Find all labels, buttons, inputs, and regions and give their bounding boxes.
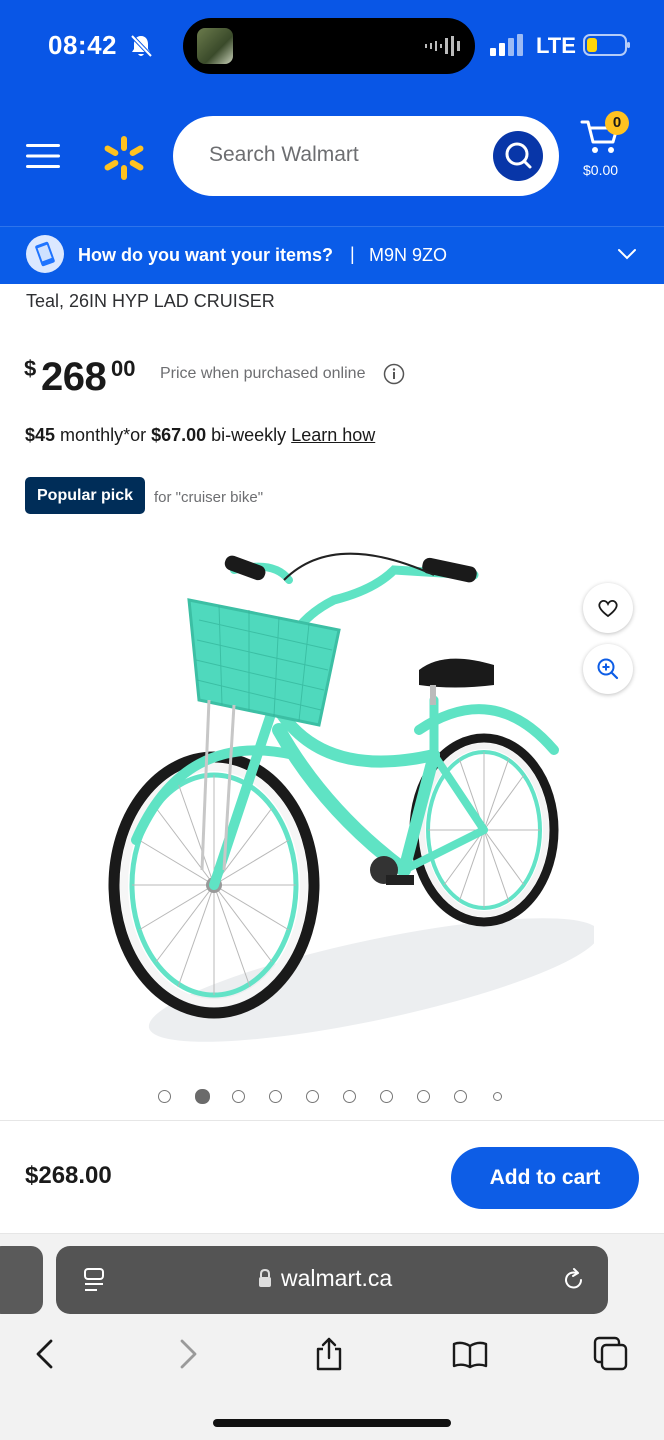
carousel-dot[interactable] [343,1090,356,1103]
delivery-separator: | [350,244,355,264]
bell-slash-icon [130,34,152,58]
info-icon[interactable] [383,363,405,385]
price-note: Price when purchased online [160,365,366,382]
delivery-phone-icon [26,235,64,273]
delivery-selector[interactable]: How do you want your items? | M9N 9ZO [0,226,664,284]
search-button[interactable] [493,131,543,181]
site-header: 08:42 LTE Search Walmart 0 $0.00 How do … [0,0,664,284]
reload-icon[interactable] [561,1267,587,1293]
price-cents: 00 [111,356,136,381]
sticky-price: $268.00 [25,1162,112,1189]
search-input[interactable]: Search Walmart [209,143,359,167]
postal-code: M9N 9ZO [369,245,448,265]
carousel-dot[interactable] [269,1090,282,1103]
popular-pick-context: for "cruiser bike" [154,489,264,506]
search-icon [505,142,532,169]
favorite-button[interactable] [583,583,633,633]
popular-pick-badge: Popular pick [25,477,146,514]
image-carousel-dots [158,1088,518,1104]
learn-how-link[interactable]: Learn how [291,425,375,445]
monthly-amount: $45 [25,425,56,445]
home-indicator [213,1419,451,1427]
media-thumbnail [197,28,233,64]
walmart-spark-icon[interactable] [102,136,146,180]
carousel-dot[interactable] [417,1090,430,1103]
address-bar[interactable]: walmart.ca [56,1246,608,1314]
dynamic-island [183,18,475,74]
cart-total: $0.00 [583,162,619,178]
biweekly-amount: $67.00 [151,425,207,445]
back-icon[interactable] [27,1336,63,1372]
page-menu-icon[interactable] [82,1266,108,1294]
battery-icon [583,34,630,56]
lock-icon [259,1269,271,1287]
url-text[interactable]: walmart.ca [281,1265,392,1292]
network-label: LTE [536,33,576,58]
financing-info: $45 monthly*or $67.00 bi-weekly Learn ho… [25,425,375,446]
browser-toolbar: walmart.ca [0,1234,664,1440]
carousel-dot[interactable] [195,1089,210,1104]
product-title: Teal, 26IN HYP LAD CRUISER [26,291,275,311]
product-image[interactable] [74,540,594,1060]
previous-tab-preview[interactable] [0,1246,43,1314]
carousel-dot[interactable] [306,1090,319,1103]
signal-icon [490,34,523,56]
heart-icon [598,599,618,618]
zoom-button[interactable] [583,644,633,694]
carousel-dot[interactable] [158,1090,171,1103]
carousel-dot[interactable] [380,1090,393,1103]
carousel-dot[interactable] [232,1090,245,1103]
add-to-cart-button[interactable]: Add to cart [451,1147,639,1209]
sticky-cart-bar: $268.00 Add to cart [0,1120,664,1234]
carousel-dot[interactable] [454,1090,467,1103]
bookmarks-icon[interactable] [452,1336,488,1372]
biweekly-text: bi-weekly [206,425,292,445]
forward-icon[interactable] [170,1336,206,1372]
hamburger-menu-icon[interactable] [26,142,60,170]
price-currency: $ [24,356,37,381]
chevron-down-icon[interactable] [617,247,637,261]
zoom-in-icon [597,658,619,680]
delivery-question: How do you want your items? [78,245,334,265]
search-bar[interactable]: Search Walmart [173,116,559,196]
tabs-icon[interactable] [593,1336,629,1372]
carousel-dot[interactable] [493,1092,502,1101]
audio-wave-icon [425,36,460,56]
status-time: 08:42 [48,30,117,60]
share-icon[interactable] [311,1336,347,1372]
price-dollars: 268 [41,355,107,399]
monthly-text: monthly*or [55,425,152,445]
cart-count-badge: 0 [605,111,629,135]
